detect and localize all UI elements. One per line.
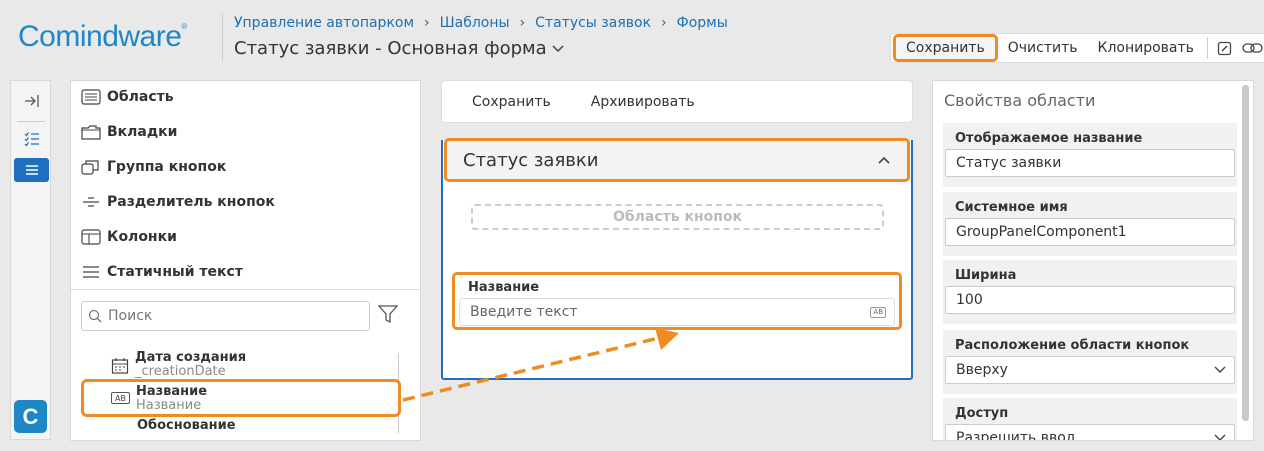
palette-item-area[interactable]: Область	[81, 89, 174, 105]
width-field[interactable]: 100	[945, 286, 1235, 314]
chevron-up-icon[interactable]	[877, 155, 891, 165]
list-icon[interactable]	[14, 158, 49, 182]
breadcrumb-item-statuses[interactable]: Статусы заявок	[535, 15, 651, 31]
search-placeholder: Поиск	[108, 308, 153, 324]
breadcrumb-item-fleet[interactable]: Управление автопарком	[234, 15, 414, 31]
property-system-name: Системное имя GroupPanelComponent1	[943, 192, 1237, 256]
property-width: Ширина 100	[943, 260, 1237, 324]
field-title: Обоснование	[137, 418, 236, 433]
save-button[interactable]: Сохранить	[893, 34, 998, 62]
clone-button[interactable]: Клонировать	[1088, 34, 1204, 62]
button-separator-icon	[83, 197, 99, 207]
panel-header[interactable]: Статус заявки	[444, 138, 910, 182]
drag-arrow-icon	[402, 328, 679, 402]
field-system-name: _creationDate	[135, 364, 226, 379]
property-label: Расположение области кнопок	[955, 338, 1190, 353]
property-label: Ширина	[955, 268, 1017, 283]
toolbar-divider	[1206, 37, 1208, 59]
palette-item-label: Область	[107, 89, 174, 105]
palette-item-label: Вкладки	[107, 124, 178, 140]
component-palette: Область Вкладки Группа кнопок Разделител…	[70, 80, 421, 441]
field-title: Дата создания	[135, 350, 247, 365]
palette-item-label: Статичный текст	[107, 264, 243, 280]
field-value: Статус заявки	[956, 155, 1062, 171]
property-access: Доступ Разрешить ввод	[943, 398, 1237, 440]
palette-divider	[71, 289, 420, 290]
search-icon	[88, 309, 102, 323]
panel-title: Статус заявки	[463, 149, 599, 171]
properties-title: Свойства области	[944, 91, 1096, 110]
form-save-button[interactable]: Сохранить	[472, 94, 551, 110]
calendar-icon	[111, 358, 129, 374]
palette-item-tabs[interactable]: Вкладки	[81, 124, 178, 140]
form-actions-bar: Сохранить Архивировать	[441, 80, 913, 123]
brand-logo[interactable]: Comindware®	[18, 20, 187, 54]
area-icon	[81, 89, 101, 105]
field-value: Вверху	[956, 362, 1008, 378]
properties-scrollbar[interactable]	[1242, 85, 1249, 421]
breadcrumb-item-templates[interactable]: Шаблоны	[440, 15, 510, 31]
palette-item-columns[interactable]: Колонки	[81, 229, 177, 245]
button-area-position-select[interactable]: Вверху	[945, 356, 1235, 384]
archive-button[interactable]: Архивировать	[591, 94, 695, 110]
field-value: GroupPanelComponent1	[956, 224, 1127, 240]
property-label: Системное имя	[955, 200, 1068, 215]
checklist-icon[interactable]	[14, 127, 49, 151]
page-title-text: Статус заявки - Основная форма	[234, 38, 547, 59]
palette-item-label: Разделитель кнопок	[107, 194, 275, 210]
button-area-dropzone[interactable]: Область кнопок	[471, 204, 884, 230]
columns-icon	[81, 229, 101, 245]
palette-item-button-group[interactable]: Группа кнопок	[81, 159, 226, 175]
breadcrumb-separator: ›	[519, 15, 526, 31]
list-item[interactable]: Дата создания _creationDate	[111, 351, 246, 379]
collapse-panel-icon[interactable]	[14, 89, 49, 113]
property-label: Отображаемое название	[955, 131, 1143, 146]
breadcrumb: Управление автопарком › Шаблоны › Статус…	[234, 15, 728, 31]
breadcrumb-separator: ›	[424, 15, 430, 31]
rail-divider	[17, 121, 45, 122]
palette-item-label: Колонки	[107, 229, 177, 245]
field-value: Разрешить ввод	[956, 430, 1076, 440]
chevron-down-icon[interactable]	[1214, 434, 1226, 440]
folder-tabs-icon	[81, 125, 101, 140]
link-icon[interactable]	[1242, 37, 1264, 59]
field-value: 100	[956, 292, 983, 308]
palette-item-static-text[interactable]: Статичный текст	[81, 264, 243, 280]
button-group-icon	[81, 160, 99, 175]
list-item[interactable]: Обоснование	[137, 419, 236, 433]
system-name-field[interactable]: GroupPanelComponent1	[945, 218, 1235, 246]
highlight-frame	[81, 379, 401, 417]
access-select[interactable]: Разрешить ввод	[945, 424, 1235, 440]
static-text-icon	[83, 266, 99, 278]
left-rail: C	[10, 80, 51, 440]
header-divider	[222, 14, 223, 62]
breadcrumb-separator: ›	[661, 15, 667, 31]
app-logo-icon[interactable]: C	[14, 400, 47, 433]
edit-icon[interactable]	[1214, 37, 1236, 59]
chevron-down-icon[interactable]	[1214, 366, 1226, 374]
input-placeholder: Введите текст	[470, 304, 578, 320]
palette-item-label: Группа кнопок	[107, 159, 227, 175]
breadcrumb-item-forms[interactable]: Формы	[677, 15, 728, 31]
property-display-name: Отображаемое название Статус заявки	[943, 123, 1237, 187]
property-button-area-position: Расположение области кнопок Вверху	[943, 330, 1237, 394]
text-type-icon: AB	[870, 307, 886, 318]
clear-button[interactable]: Очистить	[998, 34, 1088, 62]
chevron-down-icon[interactable]	[551, 44, 565, 54]
property-label: Доступ	[955, 406, 1009, 421]
palette-item-button-separator[interactable]: Разделитель кнопок	[81, 194, 275, 210]
properties-panel: Свойства области Отображаемое название С…	[932, 80, 1254, 441]
toolbar: Сохранить Очистить Клонировать	[890, 33, 1264, 63]
search-input[interactable]: Поиск	[81, 301, 370, 331]
page-title[interactable]: Статус заявки - Основная форма	[234, 38, 565, 59]
field-label: Название	[468, 280, 540, 295]
display-name-field[interactable]: Статус заявки	[945, 149, 1235, 177]
